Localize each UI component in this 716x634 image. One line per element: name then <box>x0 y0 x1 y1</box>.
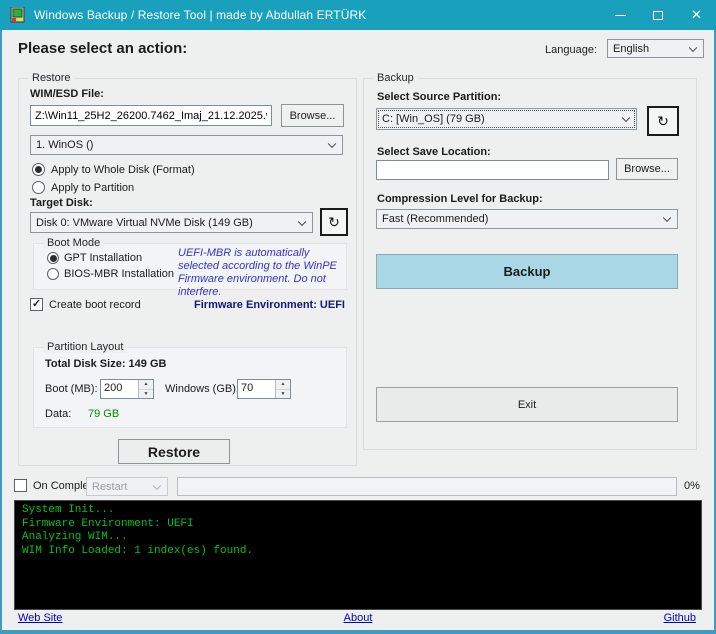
minimize-icon <box>615 15 626 16</box>
create-boot-record-checkbox[interactable]: ✓ <box>30 298 43 311</box>
image-index-select[interactable]: 1. WinOS () <box>30 135 343 155</box>
on-completion-value: Restart <box>92 481 127 493</box>
boot-mb-label: Boot (MB): <box>45 383 98 395</box>
target-disk-refresh-button[interactable]: ↻ <box>320 208 348 236</box>
close-button[interactable]: ✕ <box>677 0 716 30</box>
firmware-environment-text: Firmware Environment: UEFI <box>180 299 345 311</box>
wim-file-label: WIM/ESD File: <box>30 88 104 100</box>
window-left-edge <box>0 30 2 634</box>
github-link[interactable]: Github <box>664 612 696 624</box>
exit-button[interactable]: Exit <box>376 387 678 422</box>
close-icon: ✕ <box>691 7 702 23</box>
console-line: Analyzing WIM... <box>22 531 694 545</box>
boot-mb-value: 200 <box>101 380 138 398</box>
chevron-down-icon <box>153 481 161 489</box>
source-partition-refresh-button[interactable]: ↻ <box>647 106 679 136</box>
bios-mbr-radio[interactable] <box>47 268 59 280</box>
compression-select[interactable]: Fast (Recommended) <box>376 209 678 229</box>
boot-mode-group-label: Boot Mode <box>43 237 104 249</box>
restore-group-label: Restore <box>28 72 75 84</box>
wim-browse-button[interactable]: Browse... <box>281 104 344 127</box>
chevron-down-icon <box>622 114 630 122</box>
backup-group-label: Backup <box>373 72 418 84</box>
boot-mb-stepper[interactable]: 200 ▲ ▼ <box>100 379 154 399</box>
apply-partition-label[interactable]: Apply to Partition <box>51 182 134 194</box>
apply-partition-radio[interactable] <box>32 181 45 194</box>
progress-percent: 0% <box>684 480 700 492</box>
gpt-radio[interactable] <box>47 252 59 264</box>
source-partition-label: Select Source Partition: <box>377 91 501 103</box>
windows-gb-stepper[interactable]: 70 ▲ ▼ <box>237 379 291 399</box>
refresh-icon: ↻ <box>328 214 340 231</box>
windows-gb-value: 70 <box>238 380 275 398</box>
apply-whole-disk-radio[interactable] <box>32 163 45 176</box>
compression-value: Fast (Recommended) <box>382 213 488 225</box>
maximize-icon <box>653 11 663 20</box>
page-title: Please select an action: <box>18 40 187 57</box>
chevron-down-icon <box>663 214 671 222</box>
target-disk-label: Target Disk: <box>30 197 93 209</box>
gpt-label[interactable]: GPT Installation <box>64 252 142 264</box>
bios-mbr-label[interactable]: BIOS-MBR Installation <box>64 268 174 280</box>
minimize-button[interactable] <box>601 0 639 30</box>
compression-label: Compression Level for Backup: <box>377 193 543 205</box>
console-line: System Init... <box>22 504 694 518</box>
data-label: Data: <box>45 408 71 420</box>
on-completion-select: Restart <box>86 477 168 496</box>
language-label: Language: <box>545 44 597 56</box>
app-icon <box>10 7 26 23</box>
total-disk-size-label: Total Disk Size: 149 GB <box>45 358 166 370</box>
console-log: System Init... Firmware Environment: UEF… <box>14 500 702 610</box>
chevron-down-icon <box>298 217 306 225</box>
progress-bar <box>177 477 677 496</box>
console-line: WIM Info Loaded: 1 index(es) found. <box>22 545 694 559</box>
maximize-button[interactable] <box>639 0 677 30</box>
chevron-down-icon <box>689 43 697 51</box>
windows-gb-label: Windows (GB): <box>165 383 239 395</box>
restore-button[interactable]: Restore <box>118 439 230 464</box>
save-browse-button[interactable]: Browse... <box>616 158 678 180</box>
language-value: English <box>613 43 649 55</box>
about-link[interactable]: About <box>0 612 716 624</box>
refresh-icon: ↻ <box>657 113 669 130</box>
console-line: Firmware Environment: UEFI <box>22 518 694 532</box>
boot-mb-down-icon[interactable]: ▼ <box>139 390 153 399</box>
window-title: Windows Backup / Restore Tool | made by … <box>34 8 366 22</box>
on-completion-checkbox[interactable] <box>14 479 27 492</box>
partition-layout-group-label: Partition Layout <box>43 341 127 353</box>
boot-mb-up-icon[interactable]: ▲ <box>139 380 153 390</box>
save-location-input[interactable] <box>376 160 609 180</box>
backup-button[interactable]: Backup <box>376 254 678 289</box>
language-select[interactable]: English <box>607 39 704 58</box>
image-index-value: 1. WinOS () <box>36 139 93 151</box>
target-disk-select[interactable]: Disk 0: VMware Virtual NVMe Disk (149 GB… <box>30 212 313 233</box>
save-location-label: Select Save Location: <box>377 146 491 158</box>
check-icon: ✓ <box>32 299 41 310</box>
window-bottom-edge <box>0 630 716 634</box>
wim-file-input[interactable] <box>30 105 272 126</box>
source-partition-select[interactable]: C: [Win_OS] (79 GB) <box>376 108 637 130</box>
data-size-value: 79 GB <box>88 408 119 420</box>
chevron-down-icon <box>328 140 336 148</box>
target-disk-value: Disk 0: VMware Virtual NVMe Disk (149 GB… <box>36 217 253 229</box>
source-partition-value: C: [Win_OS] (79 GB) <box>382 113 485 125</box>
windows-gb-up-icon[interactable]: ▲ <box>276 380 290 390</box>
apply-whole-disk-label[interactable]: Apply to Whole Disk (Format) <box>51 164 195 176</box>
windows-gb-down-icon[interactable]: ▼ <box>276 390 290 399</box>
create-boot-record-label[interactable]: Create boot record <box>49 299 141 311</box>
boot-mode-note: UEFI-MBR is automatically selected accor… <box>178 247 342 299</box>
